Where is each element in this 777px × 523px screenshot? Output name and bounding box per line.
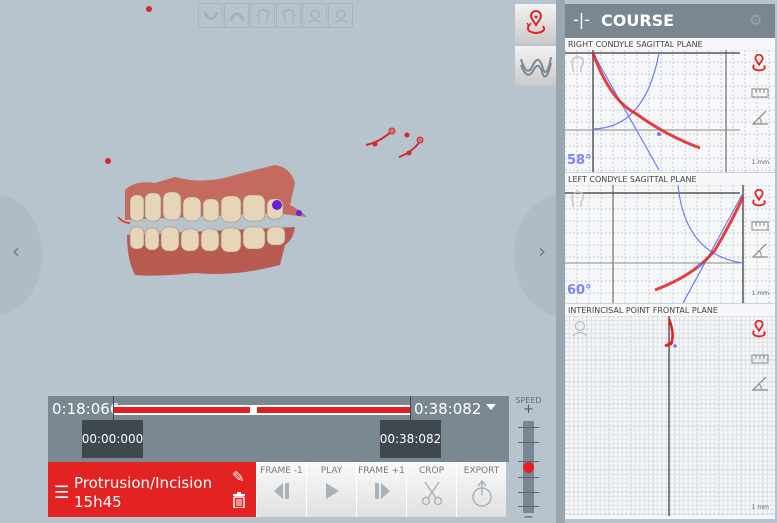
recording-name: Protrusion/Incision <box>74 474 213 492</box>
range-start-label: 00:00:000 <box>82 420 143 458</box>
scale-label: 1 mm <box>751 290 769 297</box>
crosshair-icon: -|- <box>573 10 590 29</box>
angle-icon[interactable] <box>751 110 769 126</box>
step-back-icon <box>273 483 289 499</box>
side-toolbar <box>515 4 556 88</box>
trajectory-trace <box>654 196 745 292</box>
scissors-icon <box>421 481 442 506</box>
speed-tick <box>518 477 539 478</box>
scale-label: 1 mm <box>751 159 769 166</box>
trajectory-icon[interactable] <box>749 189 769 209</box>
timeline-end-time: 0:38:082 <box>414 400 482 418</box>
speed-knob[interactable] <box>523 462 534 473</box>
angle-icon[interactable] <box>751 243 769 259</box>
right-condyle-plot <box>565 50 775 172</box>
play-button[interactable]: PLAY <box>306 462 356 517</box>
timeline-start-time: 0:18:066 <box>52 400 120 418</box>
frame-back-label: FRAME -1 <box>260 466 303 476</box>
marker-point <box>372 141 378 147</box>
speed-tick <box>518 442 539 443</box>
pencil-icon[interactable]: ✎ <box>232 468 245 486</box>
speed-tick <box>518 427 539 428</box>
range-start-handle[interactable] <box>113 396 114 420</box>
marker-point <box>146 6 152 12</box>
marker-point <box>388 127 396 135</box>
play-label: PLAY <box>320 466 343 476</box>
angle-value: 58° <box>567 153 592 168</box>
3d-viewport[interactable]: ‹ › 0:18:066 0:38:082 00:00:000 00:38:08… <box>0 0 556 523</box>
timeline-bar: 0:18:066 0:38:082 00:00:000 00:38:082 <box>48 396 509 462</box>
trash-icon[interactable] <box>233 492 245 508</box>
menu-icon[interactable]: ☰ <box>54 483 69 503</box>
wave-icon <box>519 56 552 78</box>
panel-header: -|- COURSE ⚙ <box>565 4 775 38</box>
frame-back-button[interactable]: FRAME -1 <box>256 462 306 517</box>
gear-icon[interactable]: ⚙ <box>749 11 762 29</box>
recording-time: 15h45 <box>74 493 122 511</box>
ruler-icon[interactable] <box>751 88 769 98</box>
ruler-icon[interactable] <box>751 354 769 364</box>
section-caption: RIGHT CONDYLE SAGITTAL PLANE <box>568 40 703 49</box>
head-profile-icon <box>571 56 584 72</box>
export-icon <box>471 480 492 507</box>
right-condyle-section: RIGHT CONDYLE SAGITTAL PLANE 58° 1 mm <box>565 38 775 173</box>
interincisal-section: INTERINCISAL POINT FRONTAL PLANE 1 mm <box>565 304 775 519</box>
export-label: EXPORT <box>463 466 500 476</box>
interincisal-plot <box>565 316 775 516</box>
ruler-icon[interactable] <box>751 221 769 231</box>
marker-point <box>404 132 410 138</box>
marker-point <box>406 150 412 156</box>
playback-controls: ☰ Protrusion/Incision 15h45 ✎ FRAME -1 P… <box>48 462 509 517</box>
section-caption: LEFT CONDYLE SAGITTAL PLANE <box>568 175 697 184</box>
crop-button[interactable]: CROP <box>406 462 456 517</box>
chevron-left-icon: ‹ <box>12 239 20 263</box>
range-end-label: 00:38:082 <box>380 420 441 458</box>
marker-point <box>416 136 424 144</box>
export-button[interactable]: EXPORT <box>456 462 506 517</box>
course-panel: -|- COURSE ⚙ RIGHT CONDYLE SAGITTAL PLAN… <box>565 4 775 519</box>
recording-card: ☰ Protrusion/Incision 15h45 ✎ <box>48 462 256 517</box>
left-condyle-section: LEFT CONDYLE SAGITTAL PLANE 60° 1 mm <box>565 173 775 304</box>
angle-icon[interactable] <box>751 376 769 392</box>
timeline-range[interactable] <box>114 407 410 413</box>
speed-tick <box>518 492 539 493</box>
speed-slider[interactable]: SPEED + − <box>512 396 545 523</box>
dental-3d-model[interactable] <box>115 165 315 280</box>
trajectory-icon <box>525 10 545 35</box>
step-forward-icon <box>374 483 390 499</box>
head-profile-icon <box>571 191 584 207</box>
panel-divider[interactable] <box>556 0 565 523</box>
speed-tick <box>518 506 539 507</box>
panel-title: COURSE <box>601 11 675 30</box>
trajectory-curve <box>365 130 393 146</box>
frame-forward-button[interactable]: FRAME +1 <box>356 462 406 517</box>
grid <box>565 50 775 172</box>
trajectory-icon[interactable] <box>749 54 769 74</box>
curves-button[interactable] <box>515 46 556 86</box>
speed-decrease-button[interactable]: − <box>512 510 545 523</box>
range-end-handle[interactable] <box>410 396 411 420</box>
left-condyle-plot <box>565 185 775 303</box>
section-caption: INTERINCISAL POINT FRONTAL PLANE <box>568 306 718 315</box>
scale-label: 1 mm <box>751 504 769 511</box>
timeline-dropdown-toggle[interactable] <box>486 404 496 410</box>
angle-value: 60° <box>567 283 592 298</box>
chevron-right-icon: › <box>538 239 546 263</box>
trajectory-button[interactable] <box>515 4 556 44</box>
fine-grid <box>565 316 775 516</box>
playhead[interactable] <box>250 405 258 413</box>
frame-forward-label: FRAME +1 <box>358 466 405 476</box>
play-icon <box>325 483 339 499</box>
grid <box>565 316 775 516</box>
crop-label: CROP <box>418 466 445 476</box>
trajectory-icon[interactable] <box>749 320 769 340</box>
marker-point <box>105 158 111 164</box>
speed-increase-button[interactable]: + <box>512 402 545 417</box>
